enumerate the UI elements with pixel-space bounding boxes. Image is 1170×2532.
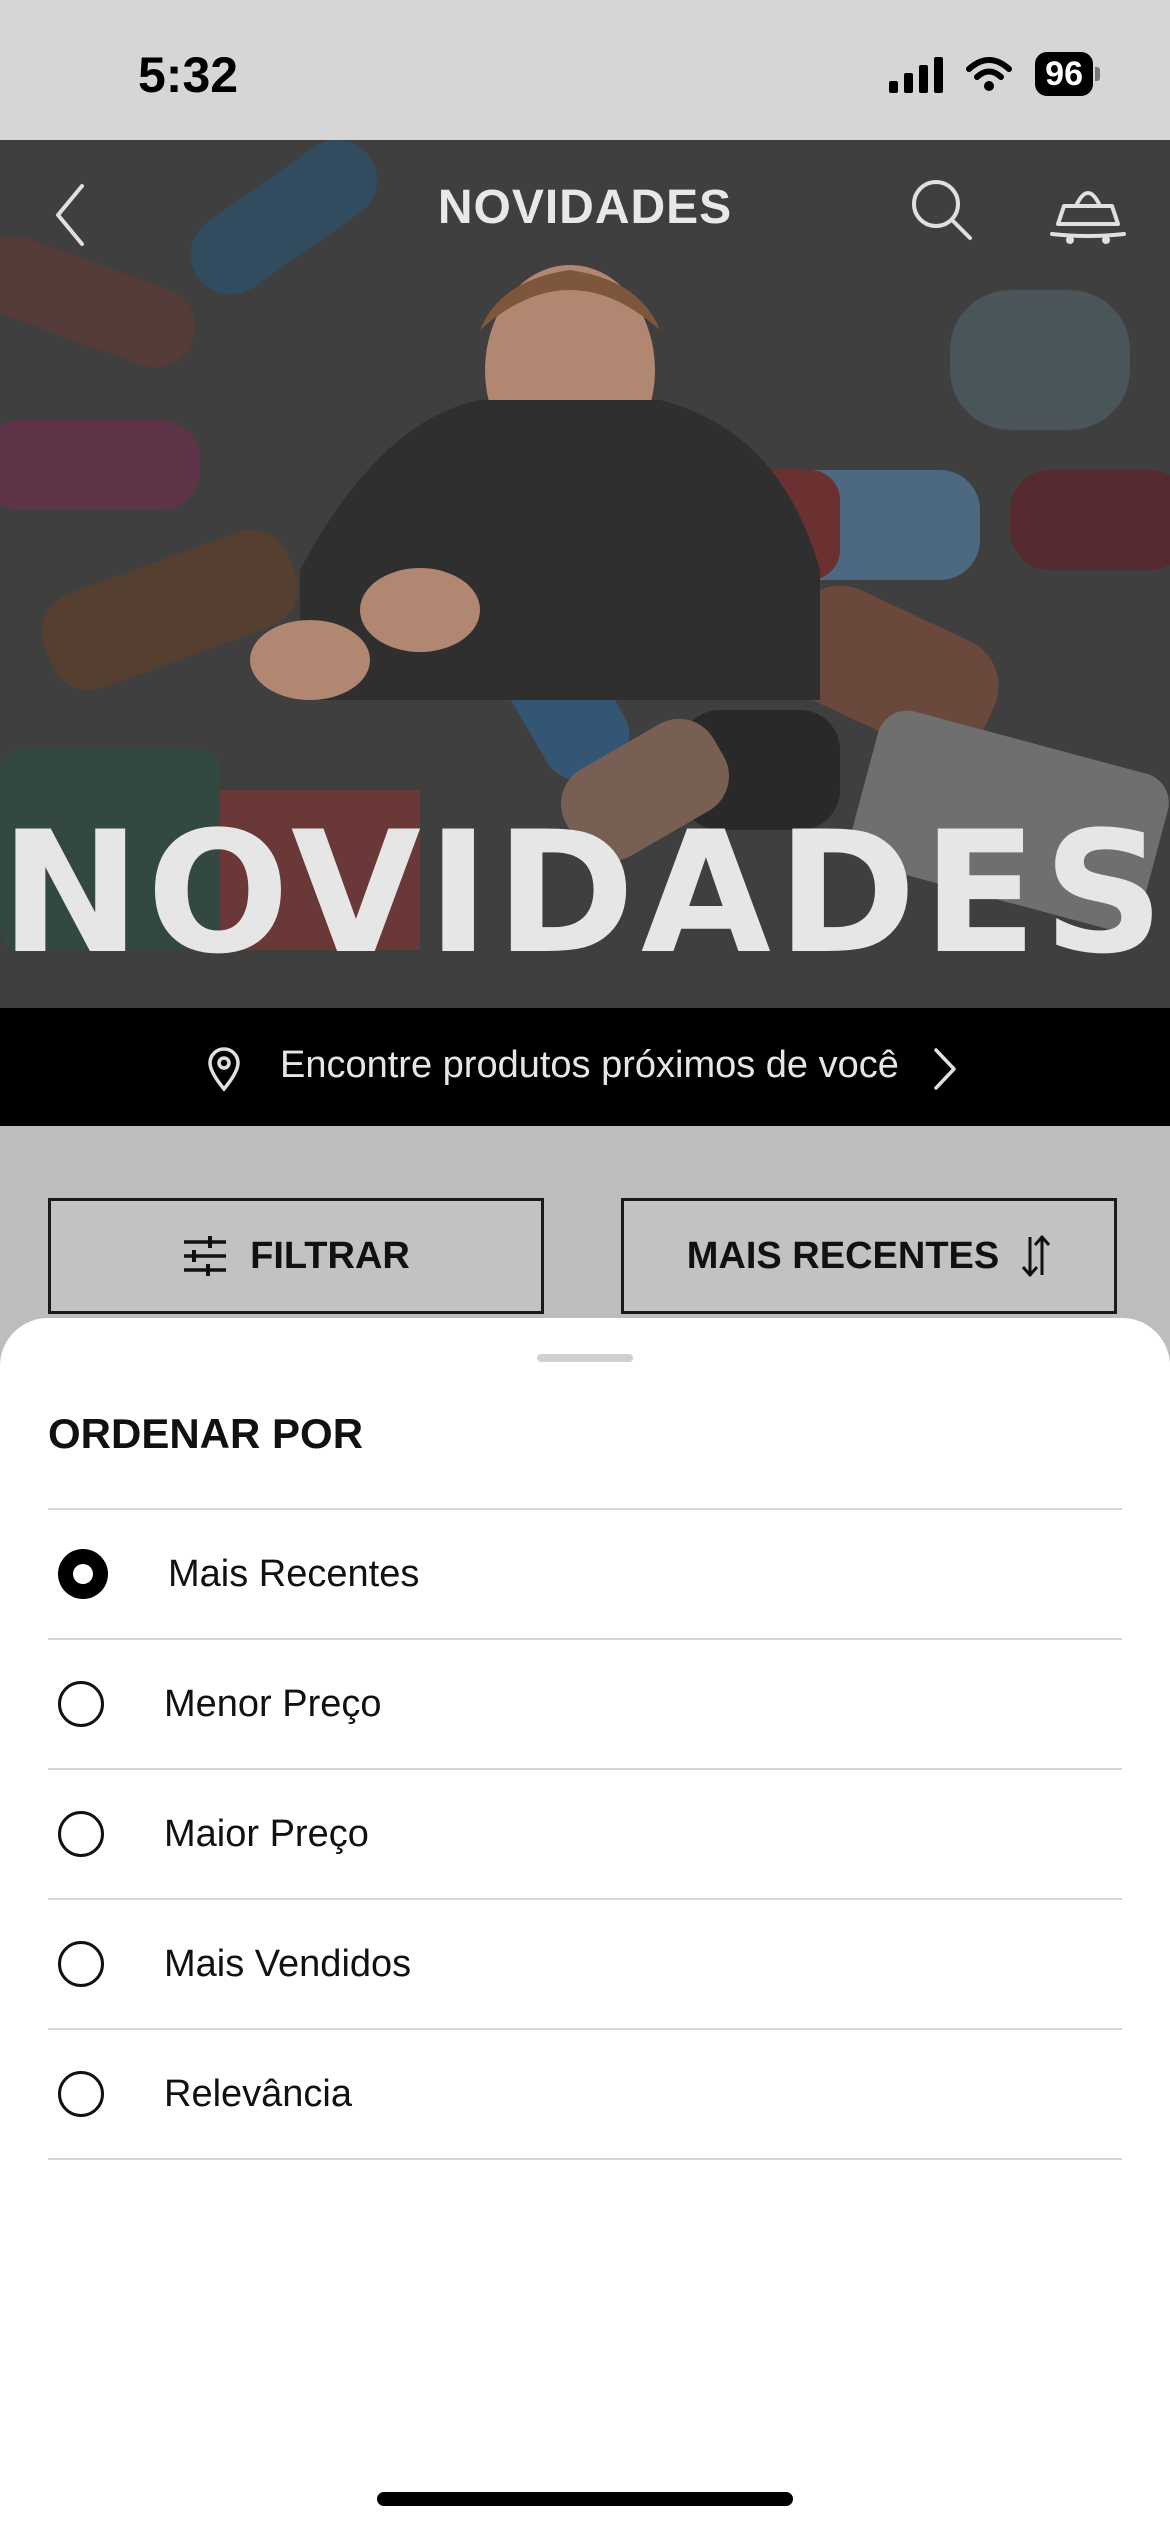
battery-icon: 96 bbox=[1035, 52, 1100, 96]
radio-unselected-icon[interactable] bbox=[58, 1681, 104, 1727]
sort-option-mais-recentes[interactable]: Mais Recentes bbox=[48, 1510, 1122, 1640]
sort-option-maior-preco[interactable]: Maior Preço bbox=[48, 1770, 1122, 1900]
filter-sort-row: FILTRAR MAIS RECENTES bbox=[0, 1126, 1170, 1326]
search-icon[interactable] bbox=[908, 176, 974, 242]
chevron-right-icon bbox=[934, 1048, 956, 1090]
radio-unselected-icon[interactable] bbox=[58, 1811, 104, 1857]
shopping-bag-icon[interactable] bbox=[1050, 176, 1126, 246]
find-nearby-products-label: Encontre produtos próximos de você bbox=[280, 1044, 899, 1086]
status-bar: 5:32 96 bbox=[0, 0, 1170, 140]
location-pin-icon bbox=[208, 1047, 240, 1092]
sort-option-label: Mais Vendidos bbox=[164, 1942, 412, 1985]
sheet-grabber[interactable] bbox=[537, 1354, 633, 1362]
filter-button[interactable]: FILTRAR bbox=[48, 1198, 544, 1314]
sort-option-label: Relevância bbox=[164, 2072, 352, 2115]
sort-options-list: Mais Recentes Menor Preço Maior Preço Ma… bbox=[48, 1508, 1122, 2160]
hero-banner: NOVIDADES NOVIDADES bbox=[0, 140, 1170, 1008]
sort-option-label: Maior Preço bbox=[164, 1812, 369, 1855]
sort-option-label: Mais Recentes bbox=[168, 1552, 420, 1595]
page-title: NOVIDADES bbox=[437, 181, 733, 234]
filter-button-label: FILTRAR bbox=[250, 1234, 410, 1277]
sort-button-label: MAIS RECENTES bbox=[686, 1234, 1000, 1277]
sort-option-mais-vendidos[interactable]: Mais Vendidos bbox=[48, 1900, 1122, 2030]
sort-arrows-icon bbox=[1022, 1235, 1051, 1277]
sort-option-relevancia[interactable]: Relevância bbox=[48, 2030, 1122, 2160]
radio-unselected-icon[interactable] bbox=[58, 2071, 104, 2117]
cellular-signal-icon bbox=[889, 55, 944, 93]
hero-headline: NOVIDADES bbox=[0, 795, 1170, 991]
wifi-icon bbox=[966, 57, 1013, 91]
sort-button[interactable]: MAIS RECENTES bbox=[621, 1198, 1117, 1314]
radio-selected-icon[interactable] bbox=[58, 1549, 108, 1599]
sort-bottom-sheet: ORDENAR POR Mais Recentes Menor Preço Ma… bbox=[0, 1318, 1170, 2532]
filter-sliders-icon bbox=[184, 1236, 227, 1276]
status-time: 5:32 bbox=[138, 47, 239, 103]
sort-option-menor-preco[interactable]: Menor Preço bbox=[48, 1640, 1122, 1770]
sheet-title: ORDENAR POR bbox=[48, 1410, 364, 1457]
radio-unselected-icon[interactable] bbox=[58, 1941, 104, 1987]
home-indicator bbox=[377, 2492, 793, 2506]
top-navigation-bar: NOVIDADES bbox=[0, 140, 1170, 270]
find-nearby-products-bar[interactable]: Encontre produtos próximos de você bbox=[0, 1008, 1170, 1126]
status-icons: 96 bbox=[889, 52, 1100, 96]
battery-level: 96 bbox=[1035, 52, 1093, 96]
sort-option-label: Menor Preço bbox=[164, 1682, 382, 1725]
